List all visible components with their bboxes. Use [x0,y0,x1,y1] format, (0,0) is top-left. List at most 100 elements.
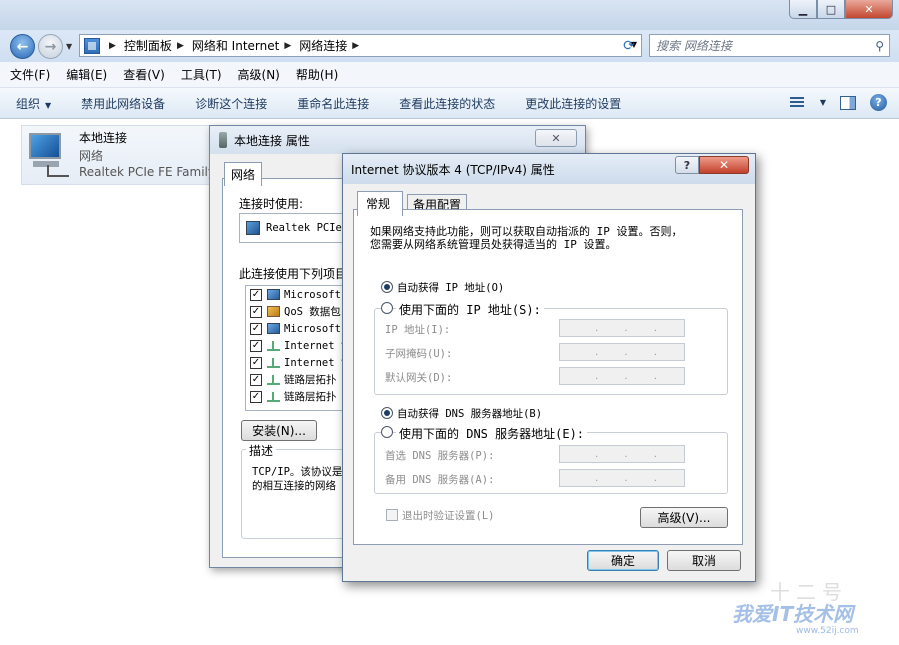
checkbox-checked[interactable]: ✓ [250,288,262,301]
menu-help[interactable]: 帮助(H) [296,66,338,83]
client-icon [267,289,280,300]
gateway-label: 默认网关(D): [385,372,453,384]
minimize-button[interactable]: ▁ [789,0,817,19]
advanced-button[interactable]: 高级(V)... [640,507,728,528]
auto-dns-radio[interactable] [381,407,393,419]
chevron-right-icon[interactable]: ▶ [352,41,359,51]
connection-name: 本地连接 [79,131,128,145]
chevron-right-icon[interactable]: ▶ [109,41,116,51]
network-computer-icon [27,131,71,177]
dialog-title-bar[interactable]: 本地连接 属性 ✕ [210,126,585,154]
auto-ip-radio[interactable] [381,281,393,293]
checkbox-checked[interactable]: ✓ [250,390,262,403]
ipv4-properties-dialog: Internet 协议版本 4 (TCP/IPv4) 属性 ? ✕ 常规 备用配… [342,153,756,582]
chevron-down-icon[interactable]: ▼ [820,98,826,107]
preferred-dns-label: 首选 DNS 服务器(P): [385,450,495,462]
search-input[interactable]: 搜索 网络连接 ⚲ [649,34,890,57]
alternate-dns-label: 备用 DNS 服务器(A): [385,474,495,486]
auto-dns-label[interactable]: 自动获得 DNS 服务器地址(B) [397,406,542,421]
command-bar: 组织 ▼ 禁用此网络设备 诊断这个连接 重命名此连接 查看此连接的状态 更改此连接… [0,88,899,119]
cancel-button[interactable]: 取消 [667,550,741,571]
auto-ip-label[interactable]: 自动获得 IP 地址(O) [397,280,504,295]
install-button[interactable]: 安装(N)... [241,420,317,441]
manual-ip-radio[interactable] [381,302,393,314]
preview-pane-icon[interactable] [840,95,856,110]
rename-button[interactable]: 重命名此连接 [297,95,369,112]
breadcrumb-network-connections[interactable]: 网络连接 [299,37,347,54]
gateway-field: ... [559,367,685,385]
connect-using-label: 连接时使用: [239,197,304,211]
diagnose-button[interactable]: 诊断这个连接 [195,95,267,112]
dialog-title: 本地连接 属性 [234,133,310,148]
protocol-icon [267,357,280,368]
tab-general[interactable]: 常规 [357,191,404,216]
list-item[interactable]: ✓ Microsoft [246,320,348,337]
title-bar[interactable]: ▁ □ ✕ [0,0,899,30]
intro-text-line2: 您需要从网络系统管理员处获得适当的 IP 设置。 [370,238,617,251]
menu-file[interactable]: 文件(F) [10,66,50,83]
view-status-button[interactable]: 查看此连接的状态 [399,95,495,112]
connection-type: 网络 [79,149,104,163]
protocol-icon [267,374,280,385]
refresh-icon: ⟳ [623,38,635,54]
watermark-text: 我爱IT技术网 [732,602,854,626]
forward-button[interactable]: → [38,34,63,59]
close-button[interactable]: ✕ [535,129,577,147]
close-button[interactable]: ✕ [699,156,749,174]
components-list[interactable]: ✓ Microsoft ✓ QoS 数据包 ✓ Microsoft ✓ Internet… [245,285,349,411]
arrow-left-icon: ← [16,38,29,55]
network-adapter-icon [246,221,260,235]
checkbox-checked[interactable]: ✓ [250,373,262,386]
manual-dns-label[interactable]: 使用下面的 DNS 服务器地址(E): [396,425,588,442]
dialog-title-bar[interactable]: Internet 协议版本 4 (TCP/IPv4) 属性 ? ✕ [343,154,755,184]
organize-button[interactable]: 组织 ▼ [16,95,51,112]
local-connection-item[interactable]: 本地连接 网络 Realtek PCIe FE Family [21,125,221,185]
view-options-icon[interactable] [788,95,806,111]
view-controls: ▼ ? [788,94,887,111]
breadcrumb-network-internet[interactable]: 网络和 Internet [192,37,279,54]
list-item[interactable]: ✓ 链路层拓扑 [246,388,348,405]
checkbox-checked[interactable]: ✓ [250,356,262,369]
recent-pages-dropdown[interactable]: ▼ [66,42,72,51]
subnet-mask-field: ... [559,343,685,361]
menu-view[interactable]: 查看(V) [123,66,165,83]
control-panel-icon [84,37,100,54]
menu-tools[interactable]: 工具(T) [181,66,222,83]
chevron-right-icon[interactable]: ▶ [177,41,184,51]
list-item[interactable]: ✓ Internet 协 [246,354,348,371]
help-icon[interactable]: ? [870,94,887,111]
maximize-button[interactable]: □ [817,0,845,19]
list-item[interactable]: ✓ Internet 协 [246,337,348,354]
list-item[interactable]: ✓ Microsoft [246,286,348,303]
disable-device-button[interactable]: 禁用此网络设备 [81,95,165,112]
chevron-right-icon[interactable]: ▶ [284,41,291,51]
adapter-name: Realtek PCIe [266,222,342,234]
manual-dns-group: 使用下面的 DNS 服务器地址(E): 首选 DNS 服务器(P): ... 备… [374,425,728,494]
checkbox-checked[interactable]: ✓ [250,322,262,335]
search-placeholder: 搜索 网络连接 [656,39,732,53]
list-item[interactable]: ✓ 链路层拓扑 [246,371,348,388]
dialog-title: Internet 协议版本 4 (TCP/IPv4) 属性 [351,162,555,177]
checkbox-checked[interactable]: ✓ [250,339,262,352]
manual-ip-label[interactable]: 使用下面的 IP 地址(S): [396,301,544,318]
breadcrumb-control-panel[interactable]: 控制面板 [124,37,172,54]
menu-advanced[interactable]: 高级(N) [238,66,280,83]
address-bar[interactable]: ▶ 控制面板 ▶ 网络和 Internet ▶ 网络连接 ▶ ▼ [79,34,642,57]
checkbox-checked[interactable]: ✓ [250,305,262,318]
close-button[interactable]: ✕ [845,0,893,19]
manual-dns-radio[interactable] [381,426,393,438]
back-button[interactable]: ← [10,34,35,59]
validate-label[interactable]: 退出时验证设置(L) [402,508,494,523]
caption-buttons: ▁ □ ✕ [789,0,893,19]
refresh-button[interactable]: ⟳ [618,36,640,56]
list-item[interactable]: ✓ QoS 数据包 [246,303,348,320]
ok-button[interactable]: 确定 [587,550,659,571]
tab-network[interactable]: 网络 [224,162,263,186]
description-text-line1: TCP/IP。该协议是 [252,466,343,478]
menu-edit[interactable]: 编辑(E) [66,66,107,83]
search-icon[interactable]: ⚲ [875,39,884,53]
help-button[interactable]: ? [675,156,699,174]
validate-checkbox[interactable] [386,509,398,521]
service-icon [267,323,280,334]
change-settings-button[interactable]: 更改此连接的设置 [525,95,621,112]
